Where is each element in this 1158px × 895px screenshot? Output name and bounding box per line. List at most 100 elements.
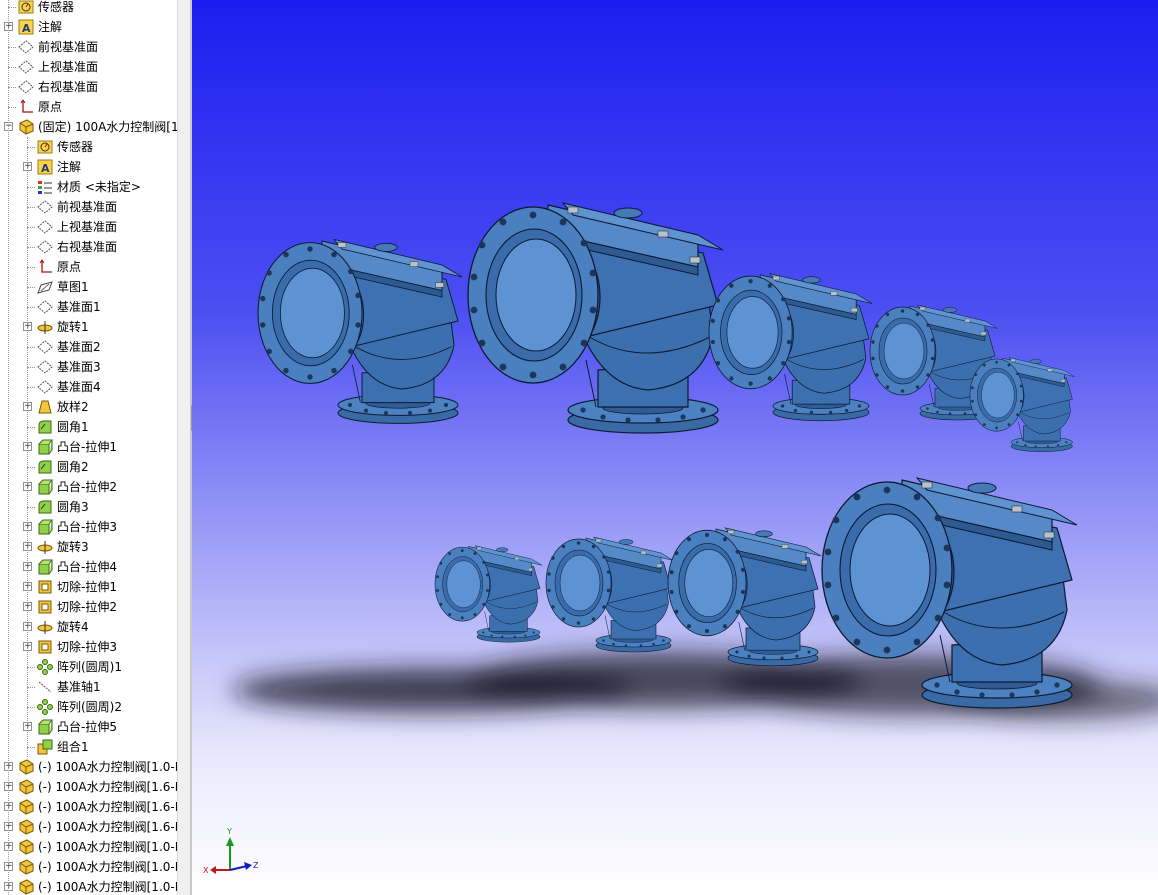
tree-connector [8,107,16,108]
boss-extrude-icon [37,717,53,737]
tree-item-label: 右视基准面 [57,240,118,254]
sketch-icon [37,277,53,297]
tree-connector [27,367,35,368]
tree-item-label: (-) 100A水力控制阀[1.6-D [38,800,177,814]
tree-item[interactable]: 上视基准面 [0,57,177,77]
fillet-icon [37,497,53,517]
tree-item-label: 原点 [57,260,82,274]
loft-icon [37,397,53,417]
tree-item[interactable]: + A 注解 [0,17,177,37]
boss-extrude-icon [37,557,53,577]
graphics-viewport[interactable]: Y X Z [192,0,1158,895]
tree-item-label: 凸台-拉伸5 [57,720,117,734]
tree-connector [27,147,35,148]
tree-connector [27,387,35,388]
tree-connector [27,307,35,308]
tree-item-label: 注解 [57,160,82,174]
tree-connector [8,47,16,48]
revolve-icon [37,317,53,337]
tree-scrollbar[interactable] [177,0,191,895]
material-icon [37,177,53,197]
part-icon [18,817,34,837]
part-icon [18,757,34,777]
plane-icon [37,197,53,217]
tree-connector [27,347,35,348]
tree-item-label: 圆角3 [57,500,89,514]
tree-item[interactable]: + (-) 100A水力控制阀[1.6-D [0,817,177,837]
tree-item-label: (-) 100A水力控制阀[1.6-D [38,780,177,794]
tree-item-label: 切除-拉伸3 [57,640,117,654]
tree-item-label: (-) 100A水力控制阀[1.0-D [38,880,177,894]
plane-icon [37,237,53,257]
plane-icon [37,377,53,397]
tree-item-label: 阵列(圆周)1 [57,660,122,674]
tree-connector [27,247,35,248]
tree-item[interactable]: 右视基准面 [0,77,177,97]
tree-item-label: 基准轴1 [57,680,101,694]
tree-item-label: 基准面4 [57,380,101,394]
tree-item[interactable]: + (-) 100A水力控制阀[1.0-D [0,857,177,877]
tree-item-label: 原点 [38,100,63,114]
plane-icon [37,357,53,377]
part-icon [18,117,34,137]
tree-connector [27,707,35,708]
tree-item[interactable]: + (-) 100A水力控制阀[1.0-D [0,837,177,857]
tree-item-label: 基准面1 [57,300,101,314]
tree-item-label: 切除-拉伸1 [57,580,117,594]
plane-icon [37,337,53,357]
circular-pattern-icon [37,657,53,677]
tree-item-label: 右视基准面 [38,80,99,94]
cut-extrude-icon [37,597,53,617]
revolve-icon [37,617,53,637]
tree-connector [8,87,16,88]
model-canvas: Y X Z [192,0,1158,895]
tree-guide-line [27,137,28,757]
annotation-icon: A [37,157,53,177]
tree-connector [27,747,35,748]
fillet-icon [37,457,53,477]
part-icon [18,837,34,857]
tree-connector [27,427,35,428]
boss-extrude-icon [37,437,53,457]
tree-item-label: 注解 [38,20,63,34]
triad-z-label: Z [253,861,259,870]
tree-connector [27,207,35,208]
tree-item-label: 材质 <未指定> [57,180,141,194]
tree-item[interactable]: + (-) 100A水力控制阀[1.6-D [0,777,177,797]
tree-item[interactable]: + (-) 100A水力控制阀[1.6-D [0,797,177,817]
tree-connector [27,687,35,688]
tree-item[interactable]: 原点 [0,97,177,117]
tree-item-label: 传感器 [38,0,75,14]
tree-item[interactable]: + (-) 100A水力控制阀[1.0-D [0,877,177,895]
tree-item[interactable]: 前视基准面 [0,37,177,57]
tree-item-label: 旋转1 [57,320,89,334]
tree-item[interactable]: 传感器 [0,0,177,17]
plane-icon [37,297,53,317]
plane-icon [37,217,53,237]
annotation-icon: A [18,17,34,37]
circular-pattern-icon [37,697,53,717]
tree-item-label: 圆角1 [57,420,89,434]
sensor-icon [18,0,34,17]
revolve-icon [37,537,53,557]
part-icon [18,797,34,817]
axis-icon [37,677,53,697]
svg-text:A: A [22,22,31,35]
svg-text:A: A [41,162,50,175]
tree-item-label: (-) 100A水力控制阀[1.0-D [38,760,177,774]
cut-extrude-icon [37,637,53,657]
cut-extrude-icon [37,577,53,597]
part-icon [18,857,34,877]
part-icon [18,777,34,797]
origin-icon [18,97,34,117]
tree-item-label: 基准面3 [57,360,101,374]
tree-item-label: 圆角2 [57,460,89,474]
tree-item-label: 前视基准面 [57,200,118,214]
origin-icon [37,257,53,277]
tree-item-label: 凸台-拉伸2 [57,480,117,494]
tree-item-label: 旋转3 [57,540,89,554]
combine-icon [37,737,53,757]
triad-y-label: Y [226,827,232,836]
tree-item[interactable]: + (-) 100A水力控制阀[1.0-D [0,757,177,777]
tree-item[interactable]: − (固定) 100A水力控制阀[1 [0,117,177,137]
